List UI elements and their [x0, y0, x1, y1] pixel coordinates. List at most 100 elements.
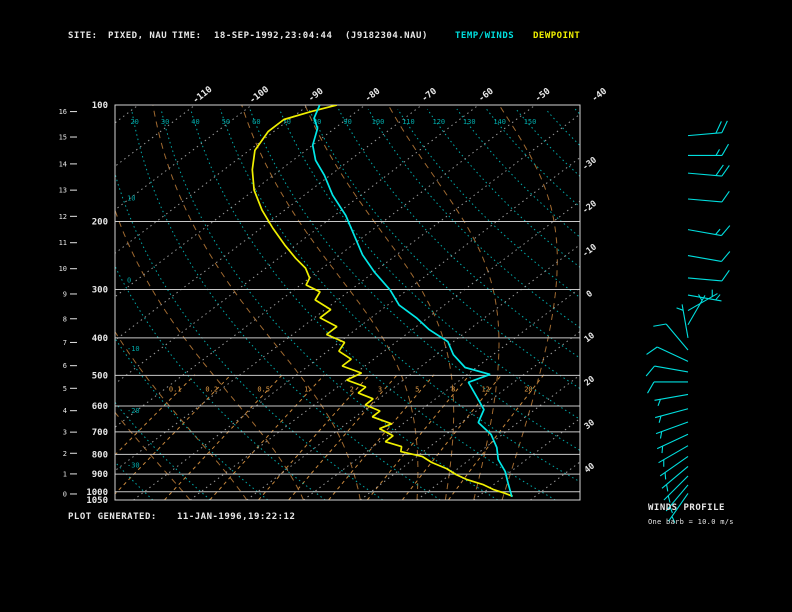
dry-adiabat — [456, 108, 580, 238]
plot-generated-label: PLOT GENERATED: — [68, 512, 157, 522]
wind-barb — [645, 365, 689, 377]
isotherm — [115, 105, 139, 124]
moist-adiabat — [241, 105, 419, 500]
svg-text:-110: -110 — [191, 85, 214, 106]
svg-text:10: 10 — [127, 194, 135, 202]
wind-barb — [658, 445, 689, 467]
svg-text:60: 60 — [252, 118, 260, 126]
isotherm — [416, 374, 580, 500]
wind-barb — [687, 191, 730, 203]
winds-profile-title: WINDS PROFILE — [648, 503, 725, 513]
svg-text:8: 8 — [451, 385, 455, 393]
svg-text:0: 0 — [63, 490, 67, 498]
svg-text:150: 150 — [524, 118, 537, 126]
svg-text:1: 1 — [63, 470, 67, 478]
moist-adiabat — [304, 105, 455, 500]
svg-text:-20: -20 — [581, 199, 599, 216]
wind-barb — [687, 164, 730, 177]
svg-text:130: 130 — [463, 118, 476, 126]
dry-adiabat — [515, 108, 580, 178]
svg-text:110: 110 — [402, 118, 415, 126]
svg-text:30: 30 — [161, 118, 169, 126]
plot-frame — [114, 104, 581, 501]
mixing-ratio-line — [366, 374, 471, 500]
svg-text:100: 100 — [372, 118, 385, 126]
skewt-app-window: SITE: PIXED, NAU TIME: 18-SEP-1992,23:04… — [0, 0, 792, 612]
isotherm — [303, 287, 580, 500]
dry-adiabat — [115, 461, 154, 500]
svg-text:90: 90 — [343, 118, 351, 126]
svg-text:200: 200 — [92, 217, 108, 227]
svg-text:500: 500 — [92, 371, 108, 381]
svg-text:14: 14 — [59, 160, 67, 168]
svg-text:20: 20 — [524, 385, 532, 393]
winds-profile-caption: One barb = 10.0 m/s — [648, 518, 734, 526]
svg-text:13: 13 — [59, 187, 67, 195]
svg-text:0.2: 0.2 — [205, 385, 218, 393]
isotherm — [133, 156, 580, 500]
mixing-ratio-line — [447, 374, 545, 500]
wind-barb — [687, 225, 731, 237]
svg-text:-30: -30 — [127, 462, 140, 470]
svg-text:5: 5 — [63, 385, 67, 393]
isotherm — [115, 113, 580, 472]
isotherm — [115, 105, 536, 428]
moist-adiabat — [387, 105, 500, 500]
svg-text:100: 100 — [92, 101, 108, 111]
svg-text:-10: -10 — [581, 242, 599, 259]
svg-text:-30: -30 — [581, 155, 599, 172]
svg-text:40: 40 — [191, 118, 199, 126]
mixing-ratio-line — [258, 374, 370, 500]
svg-text:300: 300 — [92, 286, 108, 296]
svg-text:-80: -80 — [363, 86, 382, 104]
svg-text:9: 9 — [63, 290, 67, 298]
svg-text:3: 3 — [378, 385, 382, 393]
dry-adiabat — [115, 401, 211, 500]
moist-adiabat — [152, 105, 361, 500]
moist-adiabat — [115, 411, 191, 500]
svg-text:140: 140 — [493, 118, 506, 126]
svg-text:700: 700 — [92, 428, 108, 438]
svg-text:2: 2 — [350, 385, 354, 393]
svg-text:20: 20 — [583, 374, 597, 388]
wind-barb — [647, 381, 688, 394]
svg-text:-70: -70 — [420, 86, 439, 104]
dry-adiabat — [278, 108, 580, 420]
svg-text:0: 0 — [127, 277, 131, 285]
svg-text:-10: -10 — [127, 345, 140, 353]
mixing-ratio-line — [115, 374, 232, 495]
dry-adiabat — [190, 108, 556, 500]
svg-text:3: 3 — [63, 429, 67, 437]
svg-text:120: 120 — [432, 118, 445, 126]
svg-text:0.5: 0.5 — [257, 385, 270, 393]
wind-profile — [645, 120, 731, 523]
plot-generated-value: 11-JAN-1996,19:22:12 — [177, 512, 296, 522]
svg-text:-50: -50 — [533, 86, 552, 104]
svg-text:800: 800 — [92, 450, 108, 460]
wind-barb — [687, 251, 731, 262]
svg-text:-100: -100 — [248, 85, 271, 106]
sounding-traces — [251, 105, 513, 498]
dry-adiabat — [426, 108, 580, 268]
svg-text:10: 10 — [583, 331, 597, 345]
svg-text:0.1: 0.1 — [169, 385, 182, 393]
svg-text:12: 12 — [59, 213, 67, 221]
svg-text:15: 15 — [59, 134, 67, 142]
isotherm — [115, 105, 196, 167]
temperature-trace — [311, 105, 513, 498]
dry-adiabat — [249, 108, 580, 451]
mixing-ratio-line — [164, 374, 283, 500]
svg-text:40: 40 — [583, 461, 597, 475]
isotherm — [473, 417, 580, 500]
wind-barb — [655, 408, 689, 423]
isotherm — [115, 105, 253, 211]
svg-text:900: 900 — [92, 470, 108, 480]
svg-text:1: 1 — [304, 385, 308, 393]
isotherm — [530, 461, 580, 500]
dry-adiabat — [486, 108, 580, 208]
wind-barb — [676, 304, 689, 338]
wind-barb — [688, 143, 729, 156]
isotherm — [115, 105, 309, 254]
svg-text:0: 0 — [585, 289, 595, 300]
mixing-ratio-line — [288, 374, 398, 500]
